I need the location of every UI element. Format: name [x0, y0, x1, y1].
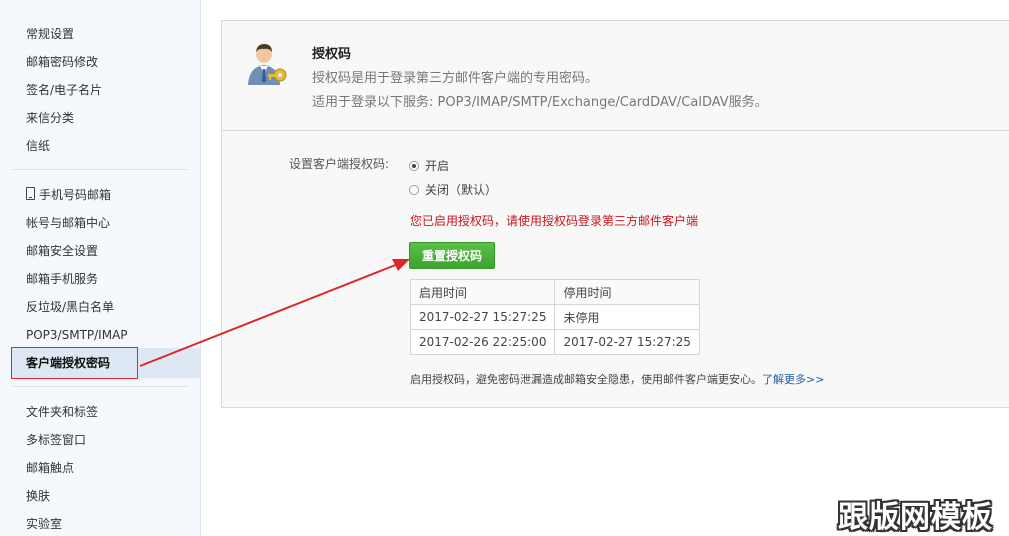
sidebar-item-label: 手机号码邮箱	[39, 188, 112, 202]
table-cell: 未停用	[554, 304, 700, 330]
enabled-notice: 您已启用授权码，请使用授权码登录第三方邮件客户端	[410, 214, 699, 228]
sidebar-item-password[interactable]: 邮箱密码修改	[26, 54, 98, 70]
table-cell: 2017-02-26 22:25:00	[409, 329, 556, 355]
annotation-highlight-box	[11, 347, 138, 379]
radio-button-checked[interactable]	[409, 160, 419, 171]
panel-header: 授权码 授权码是用于登录第三方邮件客户端的专用密码。 适用于登录以下服务: PO…	[222, 21, 1009, 131]
sidebar-item-pop3[interactable]: POP3/SMTP/IMAP	[26, 327, 128, 343]
table-row: 2017-02-26 22:25:00 2017-02-27 15:27:25	[409, 329, 700, 355]
setting-label: 设置客户端授权码:	[289, 157, 390, 171]
sidebar-item-lab[interactable]: 实验室	[26, 516, 62, 532]
sidebar-item-security[interactable]: 邮箱安全设置	[26, 243, 98, 259]
sidebar-divider	[12, 169, 188, 170]
sidebar-item-mail-rules[interactable]: 来信分类	[26, 110, 74, 126]
phone-icon	[26, 187, 35, 200]
footer-note: 启用授权码，避免密码泄漏造成邮箱安全隐患，使用邮件客户端更安心。了解更多>>	[410, 371, 824, 387]
panel-description: 授权码是用于登录第三方邮件客户端的专用密码。	[312, 71, 599, 86]
radio-enable-label: 开启	[425, 159, 450, 173]
learn-more-link[interactable]: 了解更多>>	[762, 373, 824, 386]
auth-code-log-table: 启用时间 停用时间 2017-02-27 15:27:25 未停用 2017-0…	[409, 279, 700, 355]
auth-code-panel: 授权码 授权码是用于登录第三方邮件客户端的专用密码。 适用于登录以下服务: PO…	[221, 20, 1009, 408]
panel-services-description: 适用于登录以下服务: POP3/IMAP/SMTP/Exchange/CardD…	[312, 95, 768, 110]
reset-auth-code-button[interactable]: 重置授权码	[409, 242, 495, 269]
table-row: 2017-02-27 15:27:25 未停用	[409, 304, 700, 330]
watermark-text: 跟版网模板	[838, 500, 993, 535]
sidebar-item-multitab[interactable]: 多标签窗口	[26, 432, 86, 448]
sidebar-item-skin[interactable]: 换肤	[26, 488, 50, 504]
table-header-row: 启用时间 停用时间	[409, 279, 700, 305]
sidebar-item-stationery[interactable]: 信纸	[26, 138, 50, 154]
sidebar-divider	[12, 386, 188, 387]
column-header: 启用时间	[409, 279, 556, 305]
sidebar-item-antispam[interactable]: 反垃圾/黑白名单	[26, 299, 114, 315]
sidebar-item-touchpoint[interactable]: 邮箱触点	[26, 460, 74, 476]
sidebar-item-phone-service[interactable]: 邮箱手机服务	[26, 271, 98, 287]
sidebar-item-folders[interactable]: 文件夹和标签	[26, 404, 98, 420]
radio-disable[interactable]: 关闭（默认）	[409, 181, 497, 198]
sidebar-item-signature[interactable]: 签名/电子名片	[26, 82, 102, 98]
table-cell: 2017-02-27 15:27:25	[554, 329, 700, 355]
table-cell: 2017-02-27 15:27:25	[409, 304, 556, 330]
sidebar-item-general[interactable]: 常规设置	[26, 26, 74, 42]
footer-text: 启用授权码，避免密码泄漏造成邮箱安全隐患，使用邮件客户端更安心。	[410, 373, 762, 386]
sidebar-item-account-center[interactable]: 帐号与邮箱中心	[26, 215, 110, 231]
radio-enable[interactable]: 开启	[409, 157, 449, 174]
radio-button[interactable]	[409, 184, 419, 195]
settings-sidebar: 常规设置 邮箱密码修改 签名/电子名片 来信分类 信纸 手机号码邮箱 帐号与邮箱…	[0, 0, 201, 536]
radio-disable-label: 关闭（默认）	[425, 183, 498, 197]
user-key-icon	[248, 44, 287, 85]
sidebar-item-phone-mailbox[interactable]: 手机号码邮箱	[26, 187, 111, 203]
panel-title: 授权码	[312, 47, 352, 62]
column-header: 停用时间	[554, 279, 700, 305]
